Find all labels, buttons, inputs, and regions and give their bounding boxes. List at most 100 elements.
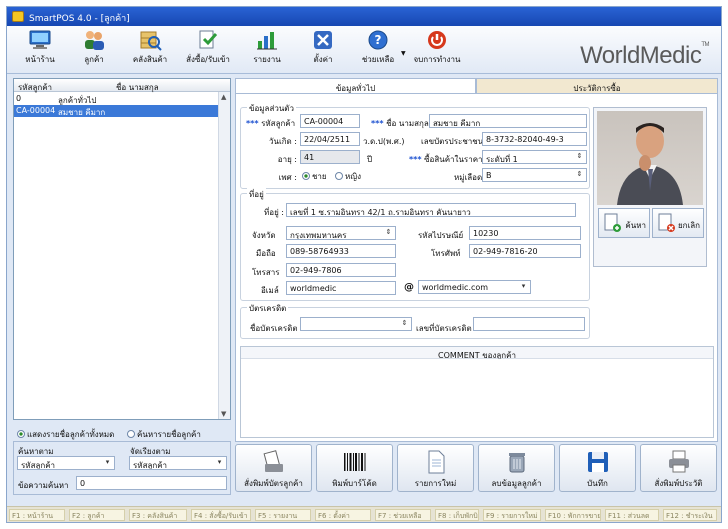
fkey-f7[interactable]: F7 : ช่วยเหลือ [375,509,431,521]
mobile-input[interactable]: 089-58764933 [286,244,396,258]
fkey-f8[interactable]: F8 : เก็บพักบิล [435,509,479,521]
print-card-icon [263,450,283,472]
chevron-down-icon: ⇕ [576,152,583,160]
fkey-f6[interactable]: F6 : ตั้งค่า [315,509,371,521]
help-icon: ? [368,30,388,50]
app-window: SmartPOS 4.0 - [ลูกค้า] หน้าร้าน ลูกค้า … [6,6,722,523]
save-button[interactable]: บันทึก [559,444,636,492]
search-keyword-input[interactable]: 0 [76,476,227,490]
province-select[interactable]: กรุงเทพมหานคร ⇕ [286,226,396,240]
list-mode-radios: แสดงรายชื่อลูกค้าทั้งหมด ค้นหารายชื่อลูก… [13,427,231,441]
toolbar-exit-button[interactable]: จบการทำงาน [409,29,465,71]
toolbar-warehouse-button[interactable]: คลังสินค้า [122,29,178,71]
tab-general[interactable]: ข้อมูลทั่วไป [235,78,476,93]
code-label: *** รหัสลูกค้า [246,119,296,128]
customer-photo [597,111,703,205]
fkey-f11[interactable]: F11 : ส่วนลด [605,509,659,521]
tab-history[interactable]: ประวัติการซื้อ [476,78,718,93]
radio-search[interactable]: ค้นหารายชื่อลูกค้า [127,428,201,441]
exit-icon [428,31,446,49]
scroll-up-arrow[interactable]: ▲ [221,93,226,101]
print-history-button[interactable]: สั่งพิมพ์ประวัติ [640,444,717,492]
customer-code-input[interactable]: CA-00004 [300,114,360,128]
customer-list-panel: รหัสลูกค้า ชื่อ นามสกุล 0 ลูกค้าทั่วไป C… [13,78,231,495]
radio-show-all[interactable]: แสดงรายชื่อลูกค้าทั้งหมด [17,428,114,441]
title-bar: SmartPOS 4.0 - [ลูกค้า] [7,7,721,26]
radio-gender-male[interactable]: ชาย [302,170,327,183]
print-card-button[interactable]: สั่งพิมพ์บัตรลูกค้า [235,444,312,492]
search-box: ค้นหาตาม รหัสลูกค้า ▾ จัดเรียงตาม รหัสลูก… [13,441,231,495]
new-document-icon [428,450,444,474]
scroll-down-arrow[interactable]: ▼ [221,410,226,418]
address-input[interactable]: เลขที่ 1 ซ.รามอินทรา 42/1 ถ.รามอินทรา คั… [286,203,576,217]
phone-input[interactable]: 02-949-7816-20 [469,244,581,258]
age-field: 41 [300,150,360,164]
fkey-f2[interactable]: F2 : ลูกค้า [69,509,125,521]
email-user-input[interactable]: worldmedic [286,281,396,295]
delete-bin-icon [508,453,525,473]
fkey-f4[interactable]: F4 : สั่งซื้อ/รับเข้า [191,509,251,521]
comment-textarea[interactable] [241,359,713,437]
photo-cancel-button[interactable]: ยกเลิก [652,208,704,238]
name-label: *** ชื่อ นามสกุล [371,119,429,128]
remove-photo-icon [658,213,675,232]
price-level-label: *** ซื้อสินค้าในราคา [409,155,483,164]
print-barcode-button[interactable]: พิมพ์บาร์โค้ด [316,444,393,492]
fax-input[interactable]: 02-949-7806 [286,263,396,277]
comment-box: COMMENT ของลูกค้า [240,346,714,438]
email-domain-select[interactable]: worldmedic.com ▾ [418,280,531,294]
customer-name-input[interactable]: สมชาย คีมาก [429,114,587,128]
blood-type-select[interactable]: B ⇕ [482,168,587,182]
fkey-f5[interactable]: F5 : รายงาน [255,509,311,521]
general-tab-panel: ข้อมูลส่วนตัว *** รหัสลูกค้า CA-00004 **… [235,93,718,442]
toolbar-order-button[interactable]: สั่งซื้อ/รับเข้า [180,29,236,71]
chevron-down-icon: ▾ [521,282,526,290]
credit-card-number-input[interactable] [473,317,585,331]
delete-customer-button[interactable]: ลบข้อมูลลูกค้า [478,444,555,492]
table-row[interactable]: CA-00004 สมชาย คีมาก [14,105,230,117]
settings-tools-icon [314,31,332,49]
customer-grid: รหัสลูกค้า ชื่อ นามสกุล 0 ลูกค้าทั่วไป C… [13,78,231,420]
add-photo-icon [604,213,621,232]
grid-scrollbar[interactable]: ▲ ▼ [218,92,230,419]
toolbar-storefront-button[interactable]: หน้าร้าน [12,29,68,71]
fkey-f10[interactable]: F10 : พักการขาย [545,509,601,521]
fkey-f3[interactable]: F3 : คลังสินค้า [129,509,187,521]
credit-card-type-select[interactable]: ⇕ [300,317,412,331]
radio-gender-female[interactable]: หญิง [335,170,361,183]
chevron-down-icon: ⇕ [401,319,408,327]
chevron-down-icon: ⇕ [576,170,583,178]
price-level-select[interactable]: ระดับที่ 1 ⇕ [482,150,587,164]
toolbar-settings-button[interactable]: ตั้งค่า [295,29,351,71]
toolbar-help-button[interactable]: ? ช่วยเหลือ [350,29,406,71]
address-group: ที่อยู่ ที่อยู่ : เลขที่ 1 ซ.รามอินทรา 4… [240,188,590,301]
comment-header: COMMENT ของลูกค้า [241,347,713,360]
customer-photo-box: ค้นหา ยกเลิก [593,107,707,267]
svg-text:?: ? [375,33,382,47]
fkey-f9[interactable]: F9 : รายการใหม่ [483,509,541,521]
credit-card-group: บัตรเครดิต ชื่อบัตรเครดิต ⇕ เลขที่บัตรเค… [240,302,590,339]
new-record-button[interactable]: รายการใหม่ [397,444,474,492]
barcode-icon [343,453,365,471]
main-toolbar: หน้าร้าน ลูกค้า คลังสินค้า สั่งซื้อ/รับเ… [7,26,721,74]
monitor-icon [29,30,51,49]
grid-header: รหัสลูกค้า ชื่อ นามสกุล [14,79,230,92]
search-by-select[interactable]: รหัสลูกค้า ▾ [17,456,115,470]
photo-search-button[interactable]: ค้นหา [598,208,650,238]
help-dropdown-arrow[interactable]: ▼ [401,50,406,57]
window-title: SmartPOS 4.0 - [ลูกค้า] [29,14,130,24]
sort-by-select[interactable]: รหัสลูกค้า ▾ [129,456,227,470]
table-row[interactable]: 0 ลูกค้าทั่วไป [14,93,230,105]
action-bar: สั่งพิมพ์บัตรลูกค้า พิมพ์บาร์โค้ด รายการ… [235,444,718,494]
app-icon [12,11,24,22]
fkey-f1[interactable]: F1 : หน้าร้าน [9,509,65,521]
chevron-down-icon: ▾ [217,458,222,466]
birth-date-input[interactable]: 22/04/2511 [300,132,360,146]
zip-code-input[interactable]: 10230 [469,226,581,240]
fkey-f12[interactable]: F12 : ชำระเงิน [663,509,717,521]
id-card-input[interactable]: 8-3732-82040-49-3 [482,132,587,146]
toolbar-report-button[interactable]: รายงาน [239,29,295,71]
printer-icon [668,450,689,473]
toolbar-customer-button[interactable]: ลูกค้า [66,29,122,71]
warehouse-icon [140,31,162,51]
